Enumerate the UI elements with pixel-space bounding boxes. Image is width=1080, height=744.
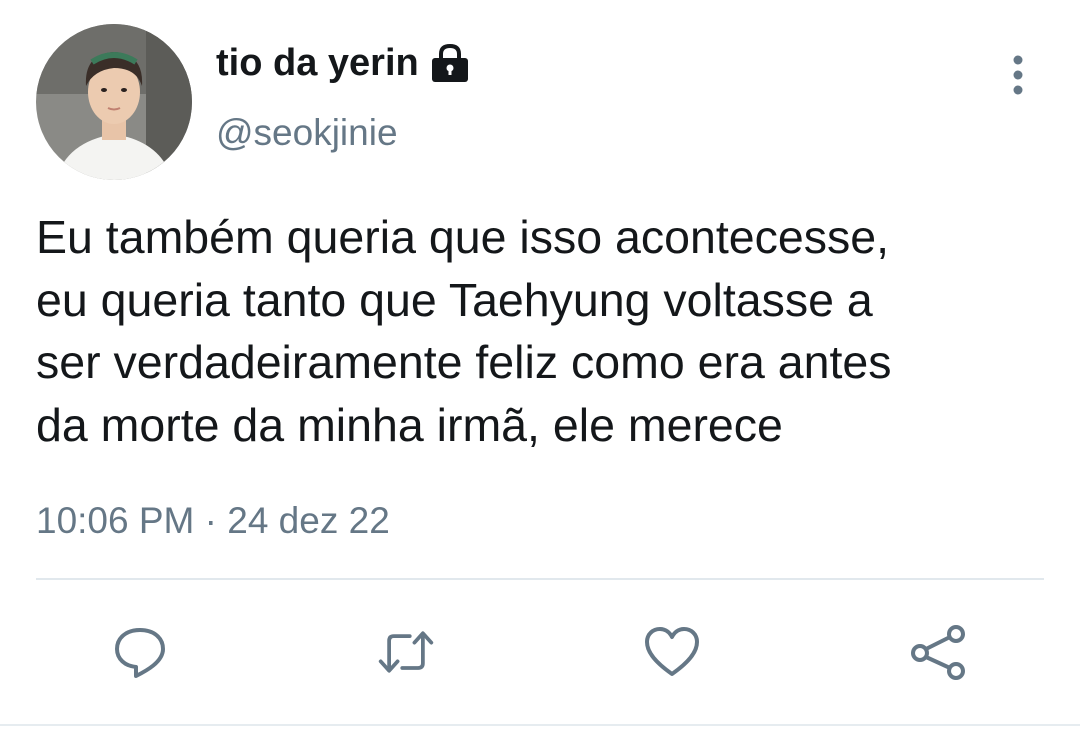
tweet-timestamp[interactable]: 10:06 PM · 24 dez 22 xyxy=(36,500,390,542)
tweet-text-line: Eu também queria que isso acontecesse, xyxy=(36,211,889,263)
tweet-text-line: eu queria tanto que Taehyung voltasse a xyxy=(36,273,873,326)
tweet-text-line: da morte da minha irmã, ele merece xyxy=(36,398,783,451)
bottom-divider xyxy=(0,724,1080,726)
reply-button[interactable] xyxy=(110,622,170,682)
retweet-button[interactable] xyxy=(376,622,436,682)
more-options-button[interactable] xyxy=(996,50,1040,100)
display-name[interactable]: tio da yerin xyxy=(216,42,419,85)
heart-icon xyxy=(645,627,699,676)
share-icon xyxy=(911,625,965,680)
tweet-text: Eu também queria que isso acontecesse, e… xyxy=(36,206,1046,456)
vertical-dots-icon xyxy=(1013,55,1023,95)
tweet-text-line: ser verdadeiramente feliz como era antes xyxy=(36,336,892,388)
avatar[interactable] xyxy=(36,24,192,180)
like-button[interactable] xyxy=(642,622,702,682)
profile-photo-icon xyxy=(36,24,192,180)
retweet-icon xyxy=(378,631,434,673)
speech-bubble-icon xyxy=(115,628,165,678)
divider xyxy=(36,578,1044,580)
user-handle[interactable]: @seokjinie xyxy=(216,112,398,154)
display-name-row[interactable]: tio da yerin xyxy=(216,42,471,85)
share-button[interactable] xyxy=(908,622,968,682)
lock-icon xyxy=(429,43,471,85)
